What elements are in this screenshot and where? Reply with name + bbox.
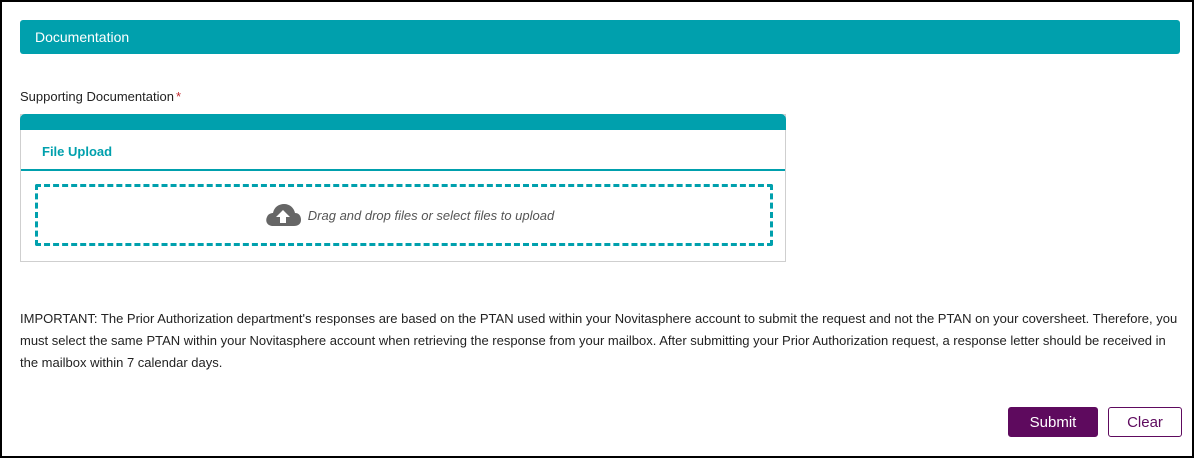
upload-tab-divider: [21, 169, 785, 171]
dropzone-text: Drag and drop files or select files to u…: [307, 207, 555, 223]
clear-button[interactable]: Clear: [1108, 407, 1182, 437]
file-upload-panel: File Upload Drag and drop files or selec…: [20, 114, 786, 262]
section-title: Documentation: [35, 29, 130, 45]
upload-panel-topbar: [20, 114, 786, 130]
required-marker: *: [175, 89, 181, 104]
documentation-section-header: Documentation: [20, 20, 1180, 54]
file-dropzone[interactable]: Drag and drop files or select files to u…: [35, 184, 773, 246]
important-notice: IMPORTANT: The Prior Authorization depar…: [20, 311, 1178, 370]
field-label-text: Supporting Documentation: [20, 89, 174, 104]
cloud-upload-icon: [264, 202, 302, 228]
dropzone-content: Drag and drop files or select files to u…: [264, 202, 554, 228]
tab-file-upload[interactable]: File Upload: [42, 144, 112, 159]
submit-button[interactable]: Submit: [1008, 407, 1098, 437]
supporting-documentation-label: Supporting Documentation *: [20, 89, 181, 104]
